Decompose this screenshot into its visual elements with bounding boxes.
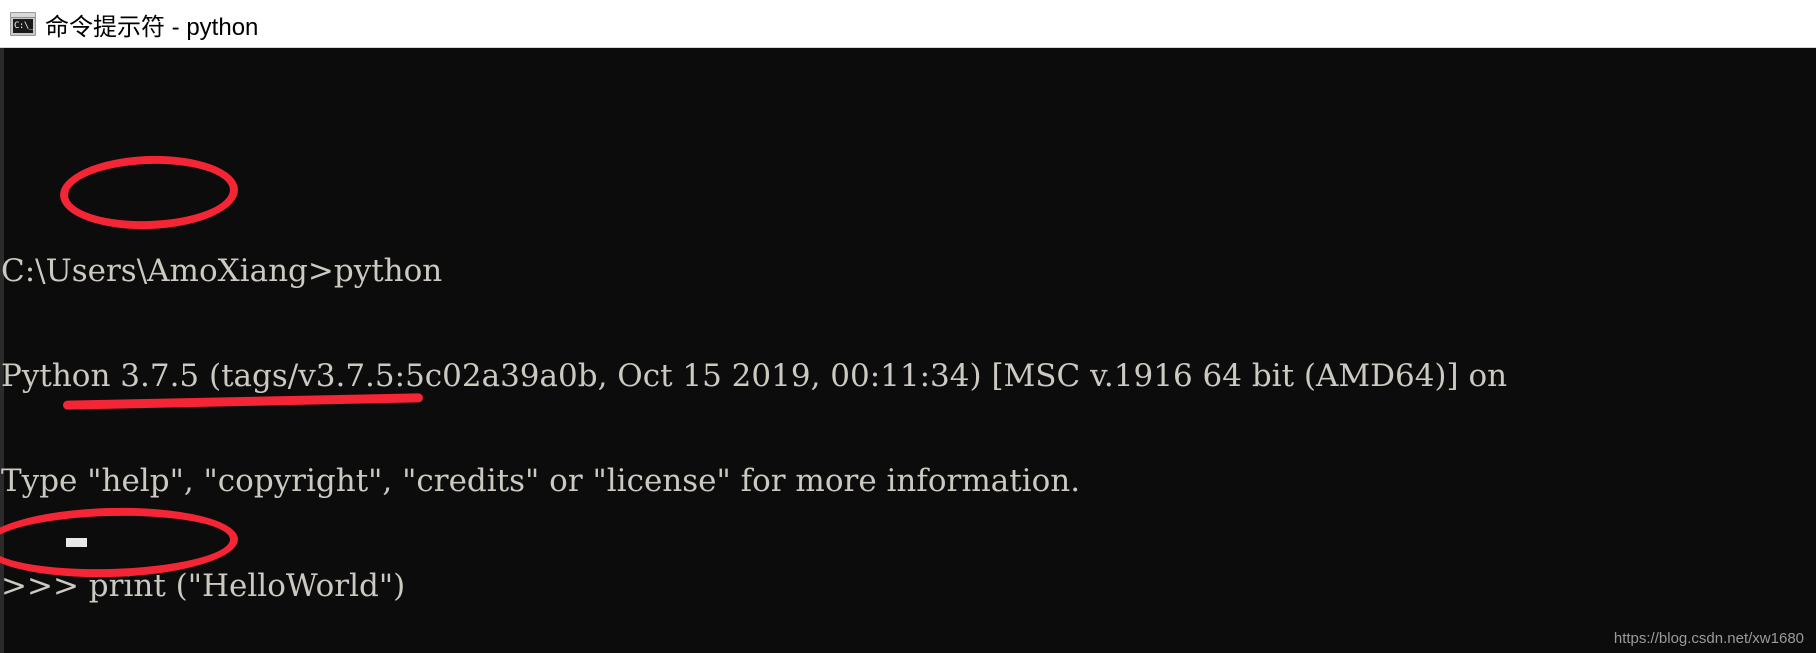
console-line-prompt-python: C:\Users\AmoXiang>python	[1, 253, 443, 289]
console-output-area[interactable]: C:\Users\AmoXiang>python Python 3.7.5 (t…	[0, 48, 1816, 653]
text-cursor	[66, 538, 87, 547]
console-line-help-hint: Type "help", "copyright", "credits" or "…	[1, 463, 1081, 499]
title-bar: C:\_ 命令提示符 - python	[0, 0, 1816, 48]
icon-title-strip	[11, 13, 35, 18]
watermark: https://blog.csdn.net/xw1680	[1613, 630, 1804, 647]
icon-prompt-glyph: C:\_	[13, 19, 34, 33]
console-line-python-banner: Python 3.7.5 (tags/v3.7.5:5c02a39a0b, Oc…	[1, 358, 1508, 394]
command-prompt-icon: C:\_	[10, 12, 36, 36]
console-lines: C:\Users\AmoXiang>python Python 3.7.5 (t…	[0, 79, 1816, 653]
console-line-print-space-call: >>> print ("HelloWorld")	[1, 568, 406, 604]
command-prompt-window: C:\_ 命令提示符 - python C:\Users\AmoXiang>py…	[0, 0, 1816, 653]
window-title: 命令提示符 - python	[45, 13, 259, 41]
